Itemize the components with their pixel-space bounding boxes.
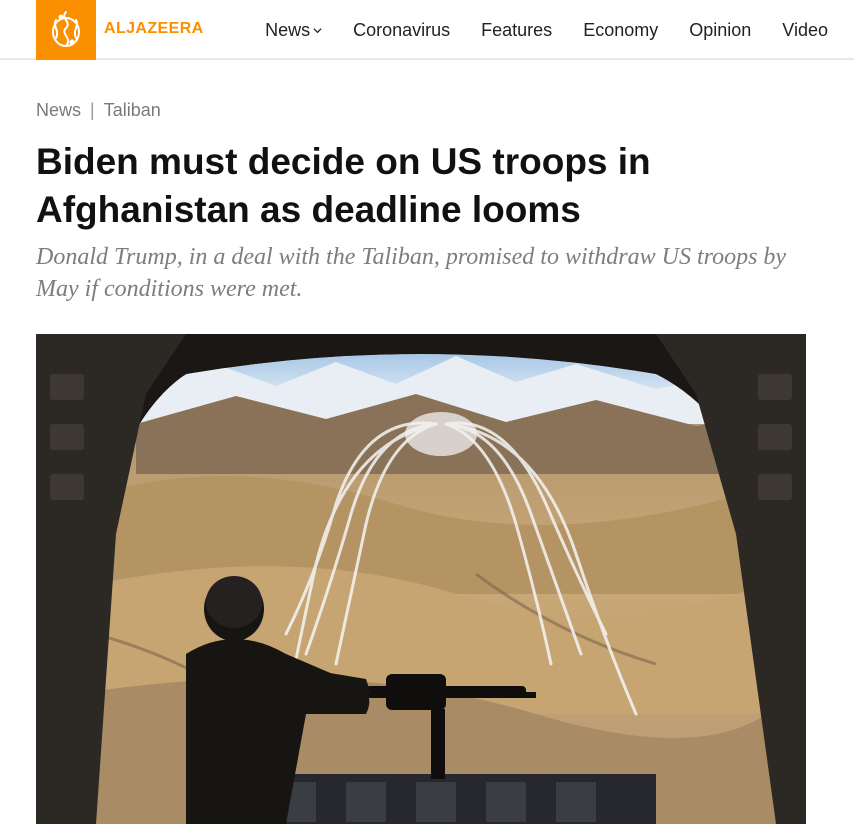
aljazeera-logo-icon bbox=[52, 11, 80, 47]
aljazeera-logo[interactable] bbox=[36, 0, 96, 60]
breadcrumb-item-taliban[interactable]: Taliban bbox=[104, 100, 161, 121]
nav-item-coronavirus[interactable]: Coronavirus bbox=[353, 20, 450, 41]
chevron-down-icon bbox=[313, 27, 322, 33]
nav-item-label: Features bbox=[481, 19, 553, 40]
nav-item-label: Video bbox=[782, 19, 828, 40]
breadcrumb-item-news[interactable]: News bbox=[36, 100, 81, 121]
site-header: ALJAZEERA News Coronavirus Features Econ… bbox=[0, 0, 854, 60]
nav-item-label: News bbox=[265, 19, 311, 40]
article-subtitle: Donald Trump, in a deal with the Taliban… bbox=[36, 244, 787, 302]
nav-item-label: Opinion bbox=[689, 19, 752, 40]
nav-item-label: Economy bbox=[583, 19, 659, 40]
breadcrumb-separator: | bbox=[90, 100, 95, 120]
nav-item-news[interactable]: News bbox=[265, 20, 322, 41]
nav-item-economy[interactable]: Economy bbox=[583, 20, 658, 41]
nav-item-opinion[interactable]: Opinion bbox=[689, 20, 751, 41]
nav-item-label: Coronavirus bbox=[353, 19, 451, 40]
hero-image bbox=[36, 334, 806, 824]
article-title: Biden must decide on US troops in Afghan… bbox=[36, 141, 651, 230]
main-nav: News Coronavirus Features Economy Opinio… bbox=[265, 0, 828, 60]
nav-item-video[interactable]: Video bbox=[782, 20, 828, 41]
hero-image-illustration bbox=[36, 334, 806, 824]
nav-item-features[interactable]: Features bbox=[481, 20, 552, 41]
aljazeera-wordmark[interactable]: ALJAZEERA bbox=[104, 20, 204, 38]
breadcrumb: News | Taliban bbox=[36, 100, 161, 121]
